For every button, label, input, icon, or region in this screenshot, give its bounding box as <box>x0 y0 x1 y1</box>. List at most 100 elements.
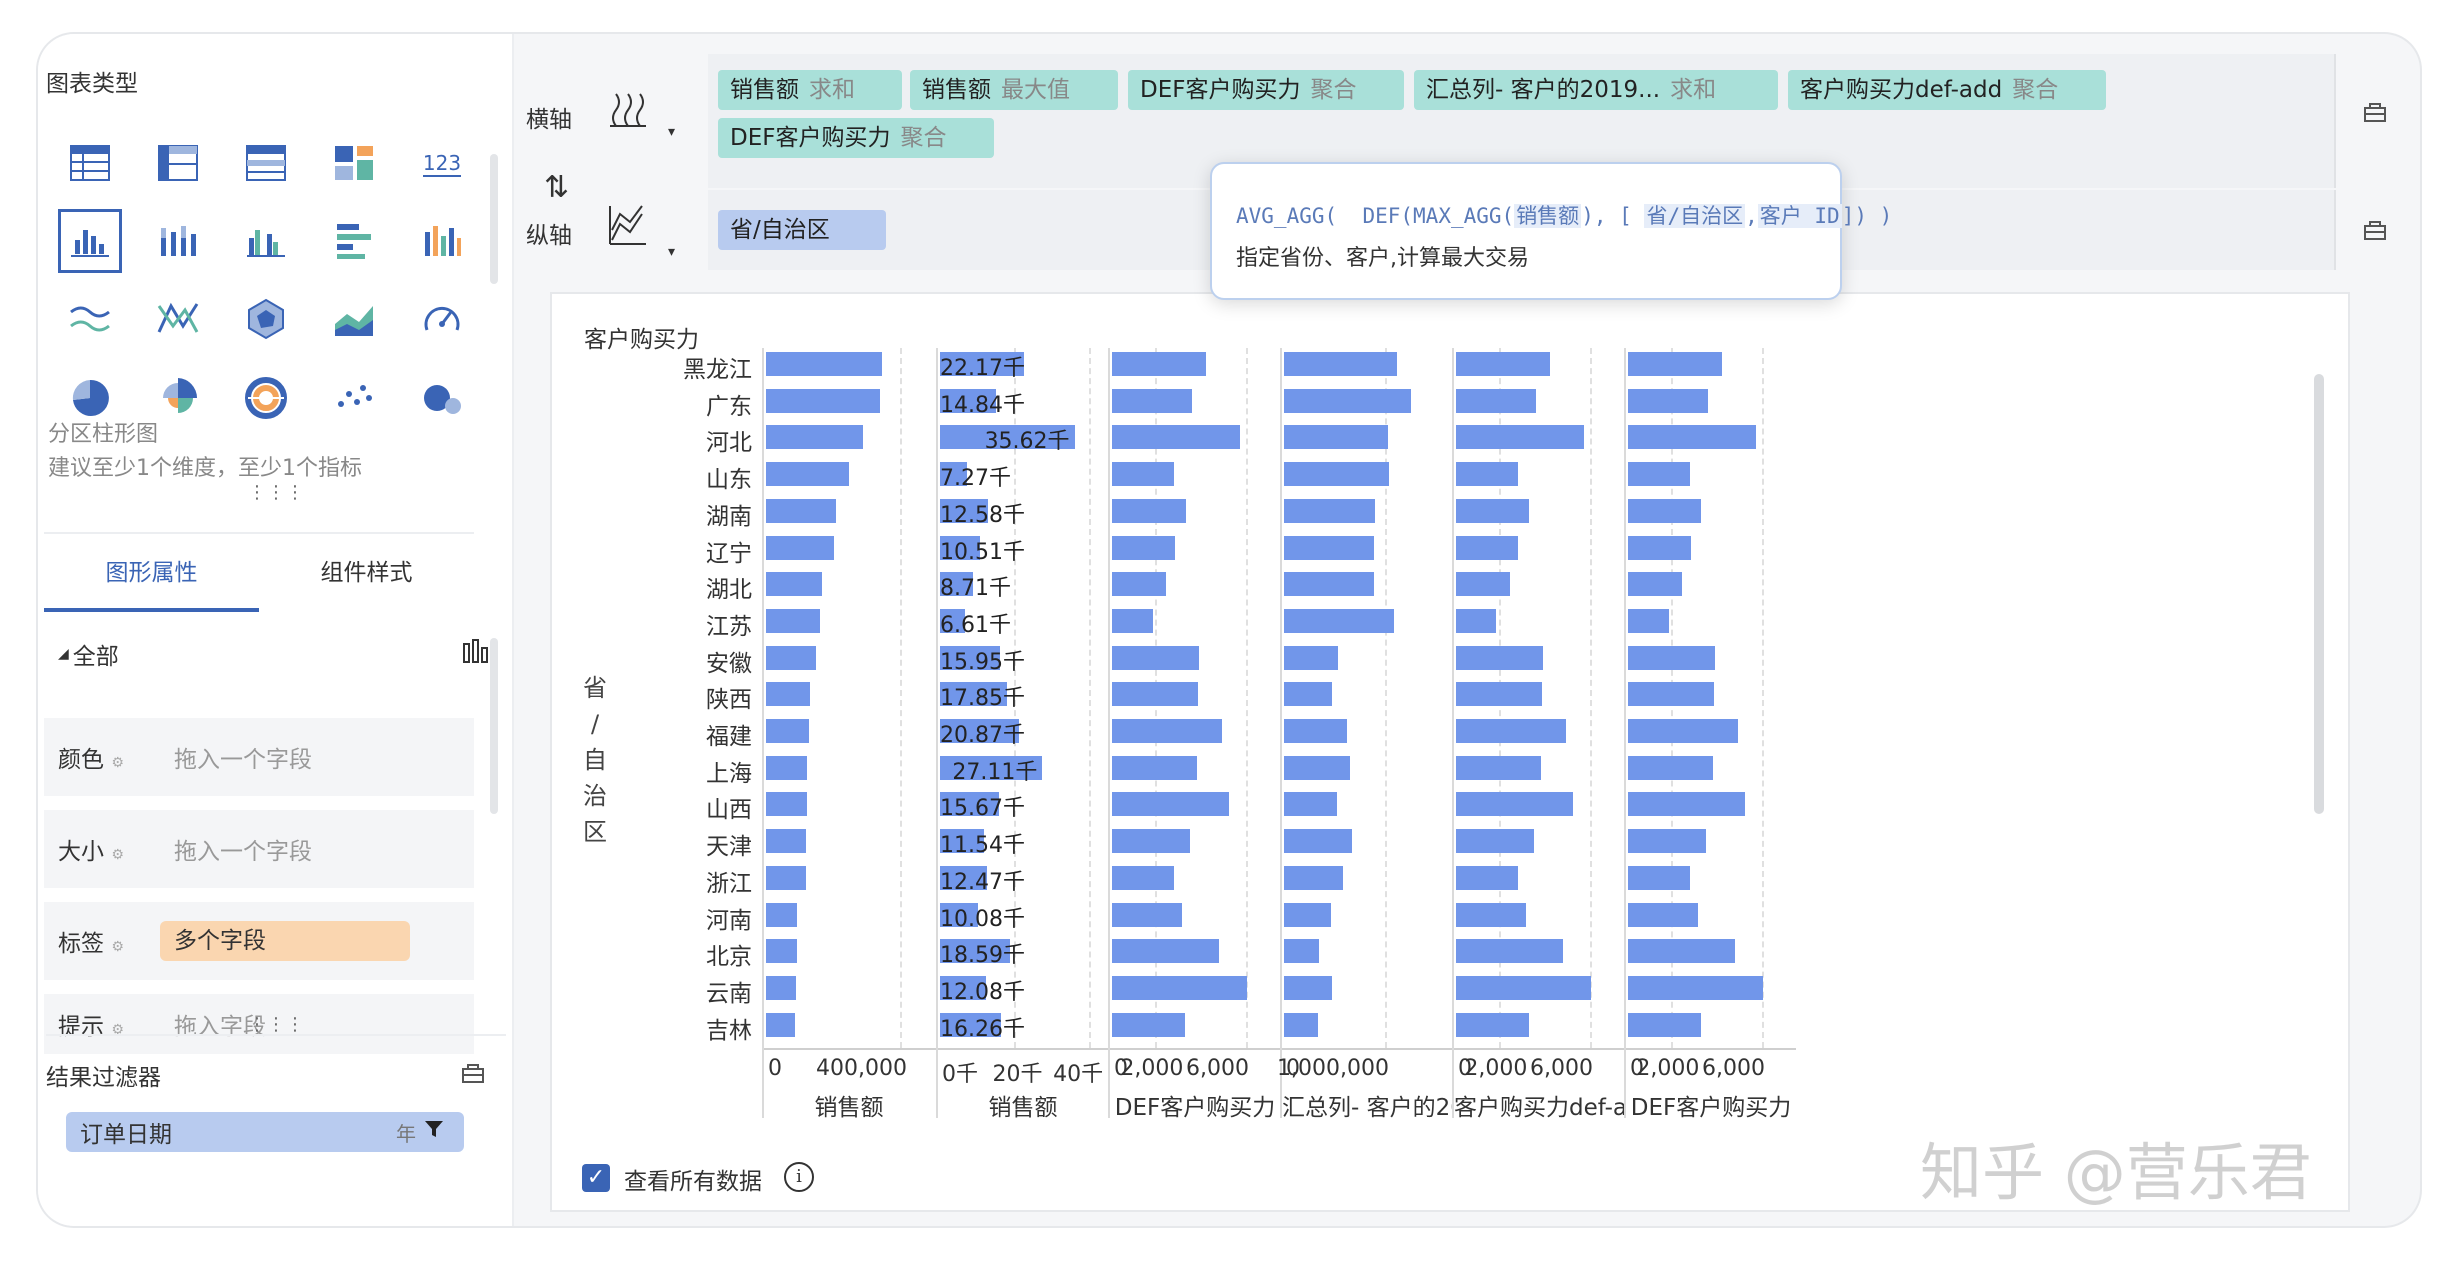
x-pill-sales-sum[interactable]: 销售额 求和 <box>718 70 902 110</box>
bar[interactable] <box>766 902 798 927</box>
bar[interactable] <box>1628 902 1699 927</box>
sunburst-icon[interactable] <box>222 358 310 436</box>
bar[interactable] <box>1456 645 1544 670</box>
bar[interactable] <box>1112 535 1176 560</box>
bar[interactable] <box>1628 498 1701 523</box>
bar[interactable] <box>1112 645 1200 670</box>
bar[interactable] <box>1456 608 1496 633</box>
bar[interactable] <box>766 498 836 523</box>
x-pill-sales-max[interactable]: 销售额 最大值 <box>910 70 1118 110</box>
y-pill-province[interactable]: 省/自治区 <box>718 210 886 250</box>
bar[interactable] <box>1284 352 1398 376</box>
bar[interactable] <box>1284 865 1343 890</box>
settings-icon[interactable]: ⚙ <box>111 755 124 771</box>
bar[interactable] <box>1284 645 1338 670</box>
label-property[interactable]: 标签 ⚙ 多个字段 <box>44 902 474 980</box>
color-drop-target[interactable]: 拖入一个字段 <box>174 740 312 774</box>
bar[interactable] <box>1456 352 1551 376</box>
bar[interactable] <box>1112 1012 1185 1037</box>
bar[interactable] <box>766 792 807 817</box>
detail-table-icon[interactable] <box>222 124 310 202</box>
bar[interactable] <box>1456 425 1585 450</box>
y-axis-type-icon[interactable] <box>608 204 648 252</box>
parallel-line-icon[interactable] <box>134 280 222 358</box>
line-icon[interactable] <box>46 280 134 358</box>
bar[interactable] <box>1284 719 1347 743</box>
bar[interactable] <box>766 939 797 964</box>
bar[interactable] <box>1112 608 1153 633</box>
bar[interactable] <box>1112 719 1222 743</box>
settings-icon[interactable]: ⚙ <box>111 847 124 863</box>
stacked-bar-icon[interactable] <box>134 202 222 280</box>
bar[interactable] <box>1284 902 1332 927</box>
kpi-icon[interactable]: 123 <box>398 124 486 202</box>
bar[interactable] <box>1628 462 1691 487</box>
x-pill-def-purchase-power-2[interactable]: DEF客户购买力 聚合 <box>718 118 994 158</box>
bar[interactable] <box>1112 792 1229 817</box>
bar[interactable] <box>1456 535 1519 560</box>
x-pill-def-purchase-power[interactable]: DEF客户购买力 聚合 <box>1128 70 1404 110</box>
bar[interactable] <box>1628 572 1683 597</box>
bar[interactable] <box>1456 498 1529 523</box>
resize-handle[interactable]: ⋮⋮⋮ <box>248 482 305 503</box>
bar[interactable] <box>1628 829 1707 854</box>
all-series-row[interactable]: ◢ 全部 <box>58 614 498 694</box>
treemap-icon[interactable] <box>310 124 398 202</box>
bar[interactable] <box>1284 975 1333 1000</box>
bar[interactable] <box>1456 388 1537 413</box>
bar[interactable] <box>766 462 850 487</box>
bubble-icon[interactable] <box>398 358 486 436</box>
chevron-down-icon[interactable]: ▾ <box>668 244 675 260</box>
bar[interactable] <box>766 535 834 560</box>
bar[interactable] <box>1284 1012 1318 1037</box>
lock-icon[interactable] <box>460 1059 486 1091</box>
lock-icon[interactable] <box>2362 98 2388 128</box>
bar[interactable] <box>1628 352 1723 376</box>
collapse-triangle-icon[interactable]: ◢ <box>58 646 69 662</box>
swap-axes-icon[interactable]: ⇅ <box>544 170 569 205</box>
area-icon[interactable] <box>310 280 398 358</box>
radar-icon[interactable] <box>222 280 310 358</box>
bar[interactable] <box>1284 829 1352 854</box>
bar[interactable] <box>1112 352 1207 376</box>
bar[interactable] <box>766 388 880 413</box>
bar[interactable] <box>1456 792 1573 817</box>
x-axis-type-icon[interactable] <box>608 90 648 134</box>
bar[interactable] <box>1456 902 1527 927</box>
bar[interactable] <box>1628 388 1709 413</box>
bar[interactable] <box>766 755 808 780</box>
properties-scrollbar[interactable] <box>490 638 498 814</box>
bar[interactable] <box>1628 865 1691 890</box>
settings-icon[interactable]: ⚙ <box>111 939 124 955</box>
scatter-icon[interactable] <box>310 358 398 436</box>
order-date-filter[interactable]: 订单日期 年 <box>66 1112 464 1152</box>
bar[interactable] <box>766 645 817 670</box>
bar[interactable] <box>1112 572 1167 597</box>
x-pill-summary-column[interactable]: 汇总列- 客户的2019... 求和 <box>1414 70 1778 110</box>
bar[interactable] <box>1456 755 1541 780</box>
bar[interactable] <box>1628 1012 1701 1037</box>
view-all-checkbox[interactable]: ✓ <box>582 1164 610 1192</box>
bar[interactable] <box>1628 939 1735 964</box>
tab-component-style[interactable]: 组件样式 <box>259 534 474 612</box>
bar[interactable] <box>1456 462 1519 487</box>
bar[interactable] <box>766 608 821 633</box>
bar[interactable] <box>1112 498 1186 523</box>
chart-type-scrollbar[interactable] <box>490 154 498 284</box>
table-icon[interactable] <box>46 124 134 202</box>
x-pill-purchase-power-def-add[interactable]: 客户购买力def-add 聚合 <box>1788 70 2106 110</box>
bar[interactable] <box>1456 682 1543 707</box>
bar[interactable] <box>1284 388 1411 413</box>
bar-chart-icon[interactable] <box>462 638 490 670</box>
bar[interactable] <box>1628 645 1716 670</box>
bar[interactable] <box>1284 535 1374 560</box>
partition-bar-icon[interactable] <box>46 202 134 280</box>
bar[interactable] <box>1112 829 1191 854</box>
bar[interactable] <box>1284 939 1320 964</box>
chevron-down-icon[interactable]: ▾ <box>668 124 675 140</box>
bar[interactable] <box>1628 425 1757 450</box>
bar[interactable] <box>1628 608 1669 633</box>
bar[interactable] <box>1112 975 1247 1000</box>
bar[interactable] <box>766 865 806 890</box>
bar[interactable] <box>1284 755 1350 780</box>
